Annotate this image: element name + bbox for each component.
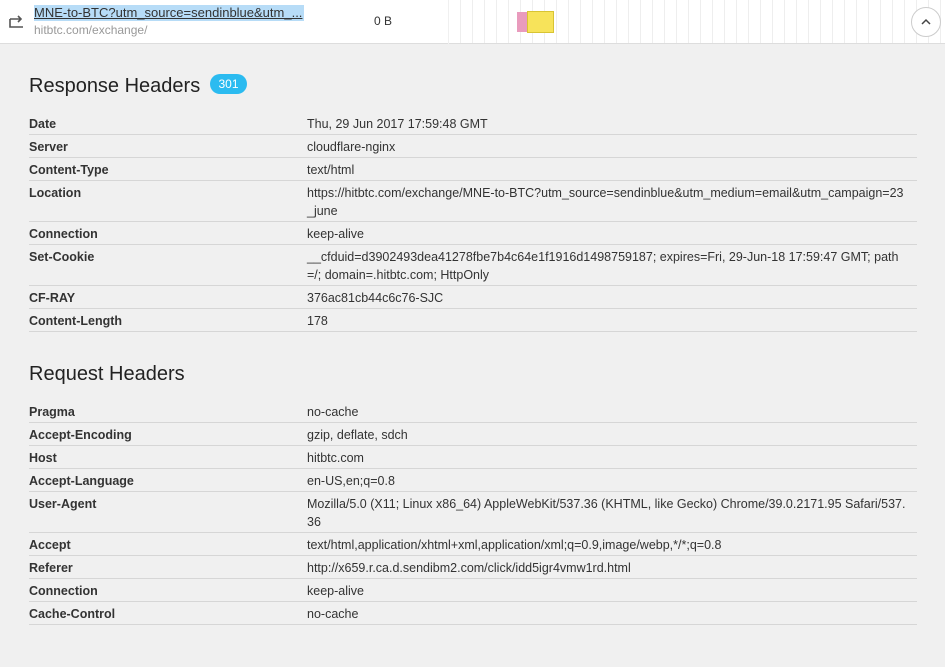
header-name: Accept <box>29 538 71 552</box>
header-name: Host <box>29 451 57 465</box>
request-row[interactable]: MNE-to-BTC?utm_source=sendinblue&utm_...… <box>0 0 448 44</box>
header-row: Set-Cookie __cfduid=d3902493dea41278fbe7b… <box>29 245 917 286</box>
header-name: Accept-Language <box>29 474 134 488</box>
header-name: CF-RAY <box>29 291 76 305</box>
request-headers-title: Request Headers <box>29 363 185 385</box>
timeline-waiting-segment <box>527 11 554 33</box>
header-value: https://hitbtc.com/exchange/MNE-to-BTC?u… <box>307 186 904 218</box>
header-value: text/html <box>307 163 355 177</box>
header-row: Connection keep-alive <box>29 579 917 602</box>
header-row: Accept-Encoding gzip, deflate, sdch <box>29 423 917 446</box>
header-row: Host hitbtc.com <box>29 446 917 469</box>
header-value: 178 <box>307 314 328 328</box>
header-row: Server cloudflare-nginx <box>29 135 917 158</box>
header-row: Date Thu, 29 Jun 2017 17:59:48 GMT <box>29 112 917 135</box>
header-name: Pragma <box>29 405 75 419</box>
request-url-link[interactable]: MNE-to-BTC?utm_source=sendinblue&utm_... <box>34 5 304 21</box>
header-name: Server <box>29 140 68 154</box>
header-name: Accept-Encoding <box>29 428 132 442</box>
header-row: Cache-Control no-cache <box>29 602 917 625</box>
header-name: Connection <box>29 227 98 241</box>
header-name: Date <box>29 117 57 131</box>
request-summary-bar: MNE-to-BTC?utm_source=sendinblue&utm_...… <box>0 0 945 44</box>
header-row: Accept text/html,application/xhtml+xml,ap… <box>29 533 917 556</box>
response-headers-table: Date Thu, 29 Jun 2017 17:59:48 GMT Server c… <box>29 112 917 332</box>
header-row: Accept-Language en-US,en;q=0.8 <box>29 469 917 492</box>
header-name: Set-Cookie <box>29 250 95 264</box>
header-row: Location https://hitbtc.com/exchange/MNE-… <box>29 181 917 222</box>
request-host: hitbtc.com/exchange/ <box>34 23 148 37</box>
header-name: Content-Length <box>29 314 123 328</box>
header-row: Referer http://x659.r.ca.d.sendibm2.com/c… <box>29 556 917 579</box>
header-value: en-US,en;q=0.8 <box>307 474 395 488</box>
header-value: 376ac81cb44c6c76-SJC <box>307 291 444 305</box>
header-value: __cfduid=d3902493dea41278fbe7b4c64e1f191… <box>307 250 899 282</box>
header-value: no-cache <box>307 405 359 419</box>
header-value: gzip, deflate, sdch <box>307 428 408 442</box>
header-name: Content-Type <box>29 163 109 177</box>
header-row: Pragma no-cache <box>29 400 917 423</box>
header-value: keep-alive <box>307 584 364 598</box>
header-value: cloudflare-nginx <box>307 140 396 154</box>
header-name: Connection <box>29 584 98 598</box>
header-name: Location <box>29 186 82 200</box>
header-name: User-Agent <box>29 497 97 511</box>
chevron-up-icon <box>921 18 931 25</box>
request-headers-table: Pragma no-cache Accept-Encoding gzip, defla… <box>29 400 917 625</box>
header-value: Mozilla/5.0 (X11; Linux x86_64) AppleWeb… <box>307 497 906 529</box>
header-value: no-cache <box>307 607 359 621</box>
header-value: Thu, 29 Jun 2017 17:59:48 GMT <box>307 117 488 131</box>
header-row: CF-RAY 376ac81cb44c6c76-SJC <box>29 286 917 309</box>
header-value: text/html,application/xhtml+xml,applicat… <box>307 538 722 552</box>
collapse-button[interactable] <box>911 7 941 37</box>
header-name: Referer <box>29 561 73 575</box>
header-name: Cache-Control <box>29 607 116 621</box>
timeline-blocked-segment <box>517 12 527 32</box>
header-row: Connection keep-alive <box>29 222 917 245</box>
request-size: 0 B <box>374 14 393 28</box>
status-badge: 301 <box>210 74 247 94</box>
header-value: hitbtc.com <box>307 451 364 465</box>
header-row: User-Agent Mozilla/5.0 (X11; Linux x86_64… <box>29 492 917 533</box>
header-value: keep-alive <box>307 227 364 241</box>
header-row: Content-Length 178 <box>29 309 917 332</box>
header-row: Content-Type text/html <box>29 158 917 181</box>
redirect-icon <box>9 15 23 28</box>
response-headers-title: Response Headers <box>29 75 201 97</box>
header-value: http://x659.r.ca.d.sendibm2.com/click/id… <box>307 561 631 575</box>
